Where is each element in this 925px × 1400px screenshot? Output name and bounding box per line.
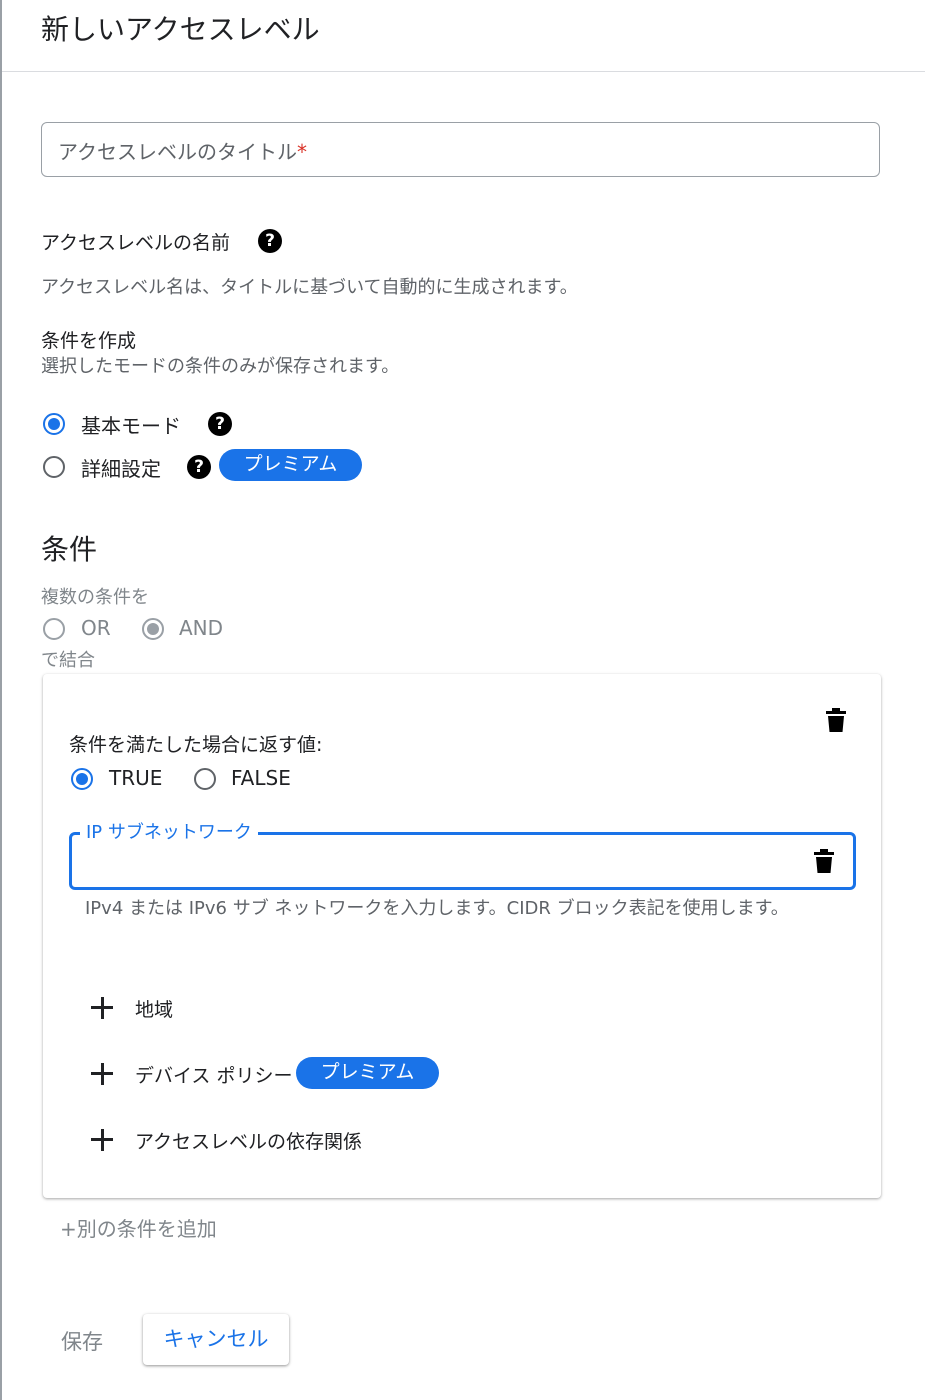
page-title: 新しいアクセスレベル [41,13,320,46]
save-button[interactable]: 保存 [61,1326,103,1356]
and-radio[interactable] [142,618,164,640]
ip-subnetwork-label: IP サブネットワーク [80,822,258,844]
or-label[interactable]: OR [81,616,111,640]
access-level-name-label: アクセスレベルの名前 [41,232,231,254]
basic-mode-label[interactable]: 基本モード [81,410,181,439]
advanced-mode-label[interactable]: 詳細設定 [81,453,161,482]
delete-condition-icon[interactable] [826,708,846,732]
add-device-policy-label[interactable]: デバイス ポリシー [135,1061,292,1088]
false-radio[interactable] [194,768,216,790]
return-value-label: 条件を満たした場合に返す値: [69,734,323,756]
add-device-policy-icon[interactable] [91,1063,113,1085]
device-policy-premium-badge: プレミアム [296,1057,439,1089]
advanced-mode-help-icon[interactable]: ? [187,455,211,479]
title-input[interactable]: アクセスレベルのタイトル* [41,122,880,177]
create-conditions-label: 条件を作成 [41,330,137,352]
left-border [0,0,2,1400]
create-conditions-description: 選択したモードの条件のみが保存されます。 [41,356,400,377]
advanced-mode-radio[interactable] [43,456,65,478]
true-radio[interactable] [71,768,93,790]
false-label[interactable]: FALSE [231,766,291,790]
delete-ip-field-icon[interactable] [814,849,834,873]
add-dependency-label[interactable]: アクセスレベルの依存関係 [135,1127,362,1154]
or-radio[interactable] [43,618,65,640]
true-label[interactable]: TRUE [109,766,162,790]
add-another-condition-link[interactable]: +別の条件を追加 [60,1213,217,1242]
ip-subnetwork-hint: IPv4 または IPv6 サブ ネットワークを入力します。CIDR ブロック表… [85,898,789,919]
and-label[interactable]: AND [179,616,223,640]
add-region-icon[interactable] [91,997,113,1019]
header-divider [2,71,925,72]
add-dependency-icon[interactable] [91,1129,113,1151]
add-region-label[interactable]: 地域 [135,995,173,1022]
access-level-name-description: アクセスレベル名は、タイトルに基づいて自動的に生成されます。 [41,277,578,298]
basic-mode-radio[interactable] [43,413,65,435]
conditions-heading: 条件 [41,533,98,566]
premium-badge: プレミアム [219,449,362,481]
basic-mode-help-icon[interactable]: ? [208,412,232,436]
title-input-placeholder: アクセスレベルのタイトル* [58,140,307,164]
cancel-button[interactable]: キャンセル [143,1314,289,1365]
combine-suffix: で結合 [41,650,95,671]
help-icon[interactable]: ? [258,229,282,253]
combine-prefix: 複数の条件を [41,587,149,608]
